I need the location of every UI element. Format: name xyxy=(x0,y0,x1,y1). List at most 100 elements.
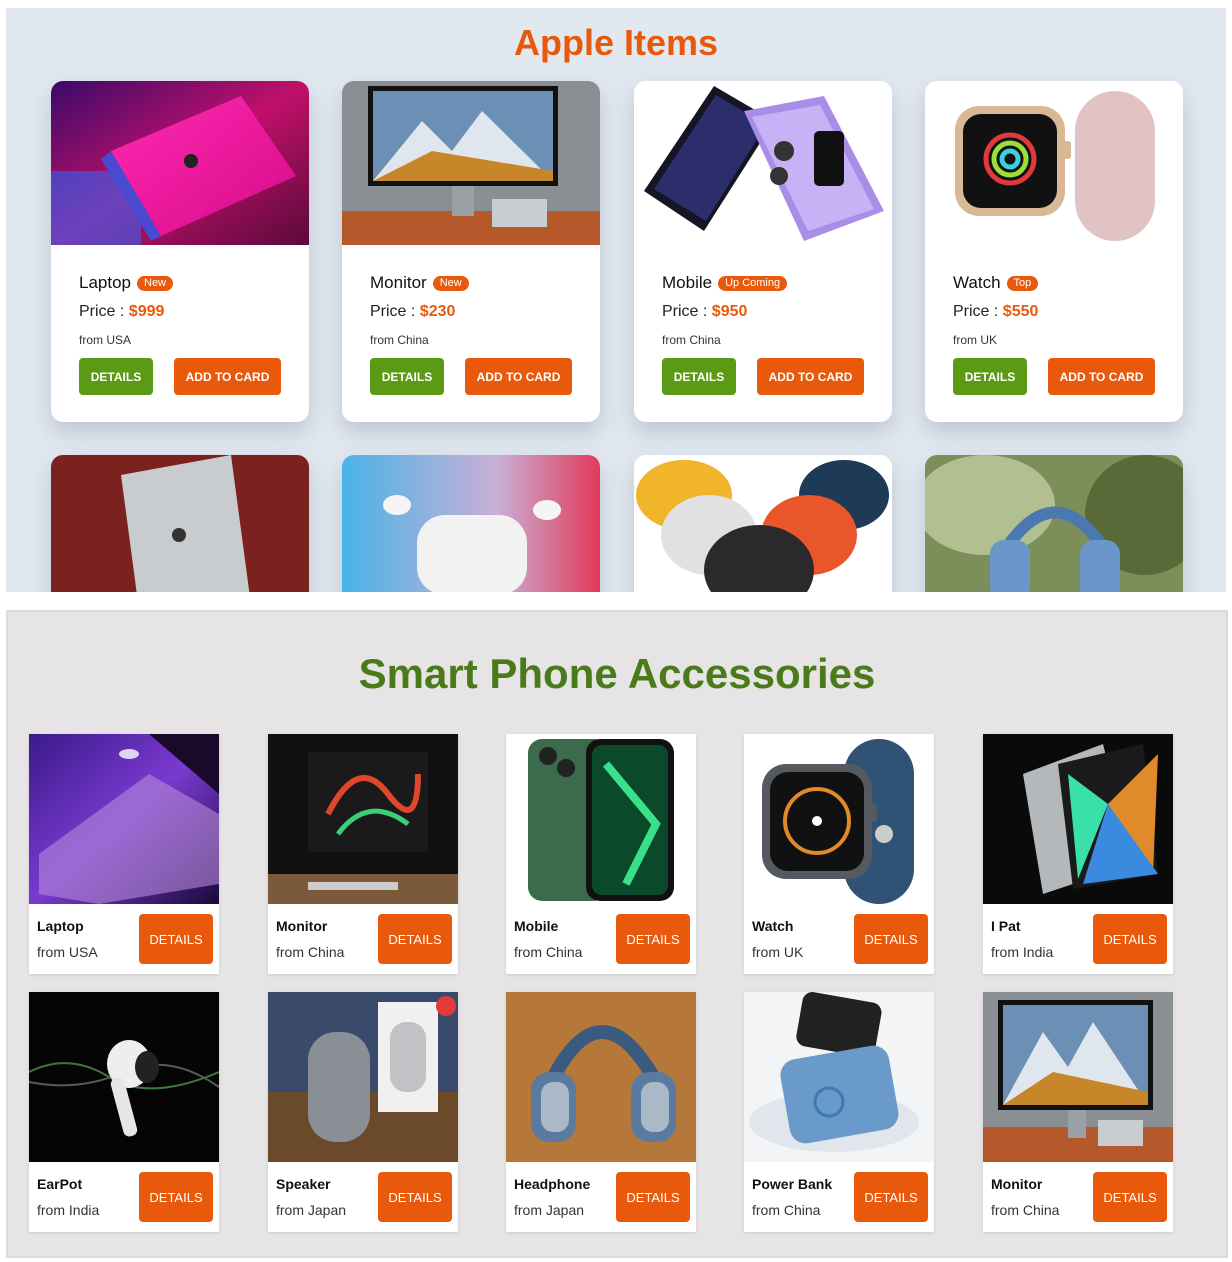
iphone-pair-image xyxy=(634,81,892,245)
accessory-card-watch: Watch from UK DETAILS xyxy=(744,734,934,974)
accessory-card-monitor-2: Monitor from China DETAILS xyxy=(983,992,1173,1232)
ipad-image xyxy=(51,455,309,592)
details-button[interactable]: DETAILS xyxy=(1093,914,1167,964)
product-card-mobile: Mobile Up Coming Price : $950 from China… xyxy=(634,81,892,422)
product-name: Monitor xyxy=(991,1176,1043,1192)
origin-text: from China xyxy=(514,944,583,960)
card-title-row: Watch Top xyxy=(953,273,1039,293)
origin-text: from USA xyxy=(79,333,132,347)
details-button[interactable]: DETAILS xyxy=(953,358,1027,395)
accessory-card-monitor: Monitor from China DETAILS xyxy=(268,734,458,974)
details-button[interactable]: DETAILS xyxy=(370,358,444,395)
product-name: Mobile xyxy=(662,273,713,292)
pink-macbook-image xyxy=(51,81,309,245)
airpods-max-image xyxy=(925,455,1183,592)
product-name: EarPot xyxy=(37,1176,83,1192)
add-to-card-button[interactable]: ADD TO CARD xyxy=(1048,358,1155,395)
product-name: Headphone xyxy=(514,1176,591,1192)
accessory-card-ipad: I Pat from India DETAILS xyxy=(983,734,1173,974)
product-name: Laptop xyxy=(79,273,131,292)
origin-text: from China xyxy=(991,1202,1060,1218)
price-row: Price : $999 xyxy=(79,303,164,321)
accessory-card-speaker: Speaker from Japan DETAILS xyxy=(268,992,458,1232)
price-label: Price : xyxy=(953,303,1003,320)
price-label: Price : xyxy=(662,303,712,320)
product-name: Speaker xyxy=(276,1176,331,1192)
homepod-mini-image xyxy=(634,455,892,592)
details-button[interactable]: DETAILS xyxy=(378,1172,452,1222)
status-badge: New xyxy=(432,275,469,291)
product-name: Mobile xyxy=(514,918,559,934)
product-card-watch: Watch Top Price : $550 from UK DETAILS A… xyxy=(925,81,1183,422)
homepod-image xyxy=(268,992,458,1162)
studio-display-image xyxy=(342,81,600,245)
details-button[interactable]: DETAILS xyxy=(662,358,736,395)
product-name: Power Bank xyxy=(752,1176,833,1192)
product-card-homepod-mini[interactable] xyxy=(634,455,892,592)
product-card-ipad[interactable] xyxy=(51,455,309,592)
details-button[interactable]: DETAILS xyxy=(1093,1172,1167,1222)
product-name: Watch xyxy=(953,273,1001,292)
add-to-card-button[interactable]: ADD TO CARD xyxy=(465,358,572,395)
product-card-airpods-max[interactable] xyxy=(925,455,1183,592)
add-to-card-button[interactable]: ADD TO CARD xyxy=(757,358,864,395)
accessory-card-mobile: Mobile from China DETAILS xyxy=(506,734,696,974)
origin-text: from UK xyxy=(752,944,804,960)
details-button[interactable]: DETAILS xyxy=(139,1172,213,1222)
origin-text: from China xyxy=(276,944,345,960)
monitor-image xyxy=(268,734,458,904)
origin-text: from China xyxy=(662,333,721,347)
product-card-airpods[interactable] xyxy=(342,455,600,592)
status-badge: Top xyxy=(1006,275,1039,291)
ipad-pro-image xyxy=(983,734,1173,904)
pink-watch-image xyxy=(925,81,1183,245)
origin-text: from Japan xyxy=(276,1202,347,1218)
details-button[interactable]: DETAILS xyxy=(378,914,452,964)
monitor-mountain-image xyxy=(983,992,1173,1162)
add-to-card-button[interactable]: ADD TO CARD xyxy=(174,358,281,395)
apple-items-section: Apple Items Laptop New Price : $999 from… xyxy=(6,8,1226,592)
product-name: I Pat xyxy=(991,918,1021,934)
details-button[interactable]: DETAILS xyxy=(616,914,690,964)
origin-text: from China xyxy=(752,1202,821,1218)
blue-watch-image xyxy=(744,734,934,904)
airpods-image xyxy=(342,455,600,592)
green-iphone-image xyxy=(506,734,696,904)
details-button[interactable]: DETAILS xyxy=(139,914,213,964)
card-title-row: Monitor New xyxy=(370,273,469,293)
details-button[interactable]: DETAILS xyxy=(854,1172,928,1222)
price-value: $230 xyxy=(419,303,456,320)
apple-items-title: Apple Items xyxy=(513,22,719,63)
origin-text: from Japan xyxy=(514,1202,585,1218)
origin-text: from India xyxy=(991,944,1054,960)
details-button[interactable]: DETAILS xyxy=(854,914,928,964)
accessory-card-laptop: Laptop from USA DETAILS xyxy=(29,734,219,974)
price-label: Price : xyxy=(79,303,129,320)
product-name: Laptop xyxy=(37,918,84,934)
card-title-row: Mobile Up Coming xyxy=(662,273,788,293)
product-card-laptop: Laptop New Price : $999 from USA DETAILS… xyxy=(51,81,309,422)
earpod-image xyxy=(29,992,219,1162)
price-row: Price : $950 xyxy=(662,303,747,321)
power-bank-image xyxy=(744,992,934,1162)
product-card-monitor: Monitor New Price : $230 from China DETA… xyxy=(342,81,600,422)
price-row: Price : $550 xyxy=(953,303,1038,321)
laptop-image xyxy=(29,734,219,904)
card-title-row: Laptop New xyxy=(79,273,174,293)
price-value: $550 xyxy=(1002,303,1039,320)
origin-text: from India xyxy=(37,1202,100,1218)
details-button[interactable]: DETAILS xyxy=(79,358,153,395)
origin-text: from UK xyxy=(953,333,998,347)
price-value: $999 xyxy=(128,303,165,320)
product-name: Watch xyxy=(752,918,794,934)
smart-phone-accessories-section: Smart Phone Accessories Laptop from USA … xyxy=(6,610,1228,1258)
accessory-card-power-bank: Power Bank from China DETAILS xyxy=(744,992,934,1232)
origin-text: from China xyxy=(370,333,429,347)
status-badge: New xyxy=(137,275,174,291)
headphone-image xyxy=(506,992,696,1162)
product-name: Monitor xyxy=(370,273,427,292)
details-button[interactable]: DETAILS xyxy=(616,1172,690,1222)
status-badge: Up Coming xyxy=(718,275,788,291)
price-value: $950 xyxy=(711,303,748,320)
price-label: Price : xyxy=(370,303,420,320)
